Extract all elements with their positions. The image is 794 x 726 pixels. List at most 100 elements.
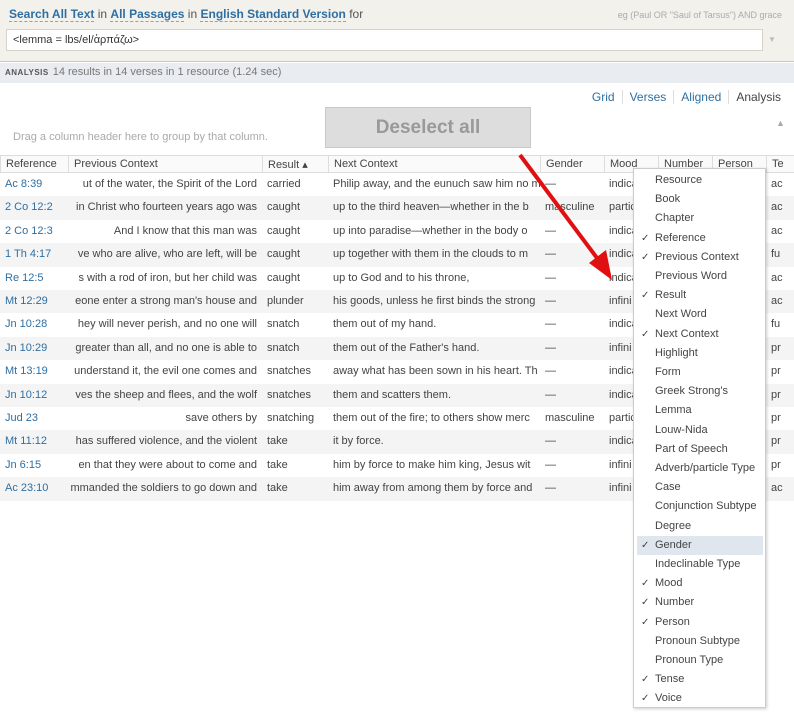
reference-link[interactable]: Mt 11:12 — [0, 430, 68, 453]
menu-item-label: Person — [655, 615, 690, 628]
reference-link[interactable]: Jn 6:15 — [0, 454, 68, 477]
menu-item-reference[interactable]: ✓ Reference — [637, 229, 763, 248]
table-cell: snatching — [267, 412, 315, 424]
table-cell: — — [545, 365, 556, 378]
table-cell: ac — [771, 271, 783, 284]
deselect-all-button[interactable]: Deselect all — [325, 107, 531, 148]
passages-dropdown[interactable]: All Passages — [110, 7, 185, 22]
menu-item-label: Highlight — [655, 346, 698, 359]
table-cell: ac — [771, 201, 783, 214]
reference-link[interactable]: Ac 8:39 — [0, 173, 68, 196]
menu-item-gender[interactable]: ✓ Gender — [637, 535, 763, 555]
table-cell: — — [545, 224, 556, 237]
menu-item-pronoun-type[interactable]: Pronoun Type — [637, 651, 763, 670]
menu-item-resource[interactable]: Resource — [637, 171, 763, 190]
table-cell: ac — [771, 295, 783, 307]
column-header[interactable]: Next Context — [328, 156, 540, 173]
menu-item-tense[interactable]: ✓ Tense — [637, 670, 763, 689]
menu-item-highlight[interactable]: Highlight — [637, 344, 763, 363]
view-aligned[interactable]: Aligned — [673, 90, 729, 104]
reference-link[interactable]: 1 Th 4:17 — [0, 243, 68, 266]
menu-item-previous-context[interactable]: ✓ Previous Context — [637, 248, 763, 267]
table-cell: caught — [267, 224, 301, 237]
table-cell: them and scatters them. — [333, 388, 451, 401]
menu-item-person[interactable]: ✓ Person — [637, 613, 763, 632]
reference-link[interactable]: 2 Co 12:3 — [0, 220, 68, 243]
table-cell: up to the third heaven—whether in the b — [333, 201, 529, 214]
menu-item-book[interactable]: Book — [637, 190, 763, 209]
column-header[interactable]: Result ▴ — [262, 156, 328, 173]
menu-item-case[interactable]: Case — [637, 478, 763, 497]
reference-link[interactable]: Mt 13:19 — [0, 360, 68, 383]
table-cell: ut of the water, the Spirit of the Lord — [82, 178, 257, 190]
menu-item-greek-strong-s[interactable]: Greek Strong's — [637, 382, 763, 401]
menu-item-mood[interactable]: ✓ Mood — [637, 574, 763, 593]
view-grid[interactable]: Grid — [585, 90, 622, 104]
column-header[interactable]: Reference — [0, 156, 68, 173]
menu-item-label: Chapter — [655, 212, 695, 225]
table-cell: — — [545, 435, 556, 448]
reference-link[interactable]: 2 Co 12:2 — [0, 196, 68, 219]
analysis-bar[interactable]: ANALYSIS 14 results in 14 verses in 1 res… — [0, 63, 794, 83]
column-header[interactable]: Previous Context — [68, 156, 262, 173]
view-analysis[interactable]: Analysis — [728, 90, 788, 104]
analysis-toggle[interactable]: ANALYSIS — [5, 68, 49, 77]
table-cell: up together with them in the clouds to m — [333, 248, 529, 261]
menu-item-result[interactable]: ✓ Result — [637, 286, 763, 305]
table-cell: fu — [771, 318, 781, 331]
menu-item-number[interactable]: ✓ Number — [637, 593, 763, 612]
history-dropdown-icon[interactable]: ▼ — [768, 35, 776, 44]
table-cell: snatches — [267, 365, 312, 378]
search-input[interactable]: <lemma = lbs/el/ἁρπάζω> — [6, 29, 763, 51]
menu-item-pronoun-subtype[interactable]: Pronoun Subtype — [637, 632, 763, 651]
reference-link[interactable]: Jn 10:28 — [0, 313, 68, 336]
table-cell: — — [545, 178, 556, 190]
table-cell: up to God and to his throne, — [333, 271, 470, 284]
column-header[interactable]: Te — [766, 156, 794, 173]
reference-link[interactable]: Jn 10:29 — [0, 337, 68, 360]
menu-item-next-context[interactable]: ✓ Next Context — [637, 325, 763, 344]
reference-link[interactable]: Ac 23:10 — [0, 477, 68, 500]
menu-item-part-of-speech[interactable]: Part of Speech — [637, 440, 763, 459]
table-cell: caught — [267, 248, 301, 261]
table-cell: save others by — [185, 412, 257, 424]
menu-item-louw-nida[interactable]: Louw-Nida — [637, 421, 763, 440]
table-cell: take — [267, 482, 288, 495]
menu-item-label: Mood — [655, 577, 683, 590]
table-cell: — — [545, 248, 556, 261]
menu-item-label: Form — [655, 366, 681, 378]
menu-item-label: Conjunction Subtype — [655, 500, 757, 513]
column-header[interactable]: Gender — [540, 156, 604, 173]
check-icon: ✓ — [641, 539, 650, 551]
reference-link[interactable]: Jn 10:12 — [0, 384, 68, 407]
menu-item-indeclinable-type[interactable]: Indeclinable Type — [637, 555, 763, 574]
reference-link[interactable]: Mt 12:29 — [0, 290, 68, 313]
table-cell: pr — [771, 388, 781, 401]
collapse-icon[interactable]: ▲ — [776, 118, 785, 128]
menu-item-lemma[interactable]: Lemma — [637, 401, 763, 420]
menu-item-previous-word[interactable]: Previous Word — [637, 267, 763, 286]
menu-item-chapter[interactable]: Chapter — [637, 209, 763, 228]
reference-link[interactable]: Re 12:5 — [0, 267, 68, 290]
menu-item-label: Louw-Nida — [655, 423, 708, 436]
check-icon: ✓ — [641, 232, 650, 244]
group-by-drop-zone[interactable]: Drag a column header here to group by th… — [13, 131, 268, 143]
menu-item-adverb-particle-type[interactable]: Adverb/particle Type — [637, 459, 763, 478]
reference-link[interactable]: Jud 23 — [0, 407, 68, 430]
view-verses[interactable]: Verses — [621, 90, 674, 104]
menu-item-conjunction-subtype[interactable]: Conjunction Subtype — [637, 497, 763, 516]
menu-item-form[interactable]: Form — [637, 363, 763, 382]
table-cell: hey will never perish, and no one will — [77, 318, 257, 331]
in-text: in — [187, 7, 198, 21]
table-cell: them out of the fire; to others show mer… — [333, 412, 530, 424]
menu-item-voice[interactable]: ✓ Voice — [637, 689, 763, 708]
version-dropdown[interactable]: English Standard Version — [200, 7, 346, 22]
table-cell: ac — [771, 178, 783, 190]
menu-item-next-word[interactable]: Next Word — [637, 305, 763, 324]
for-text: for — [349, 7, 364, 21]
menu-item-degree[interactable]: Degree — [637, 517, 763, 536]
table-cell: him by force to make him king, Jesus wit — [333, 458, 531, 471]
search-type-dropdown[interactable]: Search All Text — [9, 7, 95, 22]
table-cell: greater than all, and no one is able to — [75, 341, 257, 354]
table-cell: eone enter a strong man's house and — [75, 295, 257, 307]
